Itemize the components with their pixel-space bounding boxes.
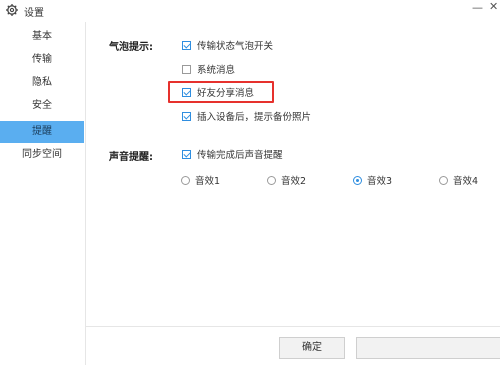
- sound-section-label: 声音提醒:: [109, 152, 153, 163]
- checkbox-sound-after-transfer[interactable]: [182, 149, 191, 159]
- checkbox-transfer-bubble[interactable]: [182, 40, 191, 50]
- sidebar-item-security[interactable]: 安全: [0, 95, 84, 117]
- option-label: 传输完成后声音提醒: [197, 150, 283, 161]
- checkbox-backup-photos[interactable]: [182, 111, 191, 121]
- sidebar-item-basic[interactable]: 基本: [0, 26, 84, 48]
- cancel-button[interactable]: [356, 337, 500, 359]
- sidebar-item-reminder[interactable]: 提醒: [0, 121, 84, 143]
- radio-button[interactable]: [181, 175, 190, 185]
- bubble-section-label: 气泡提示:: [109, 42, 153, 53]
- radio-button[interactable]: [353, 175, 362, 185]
- confirm-button[interactable]: 确定: [279, 337, 345, 359]
- radio-button[interactable]: [439, 175, 448, 185]
- window-title: 设置: [24, 8, 44, 19]
- option-backup-photos[interactable]: 插入设备后，提示备份照片: [182, 109, 311, 123]
- radio-button[interactable]: [267, 175, 276, 185]
- radio-effect-2[interactable]: 音效2: [267, 173, 306, 187]
- footer-divider: [86, 326, 500, 327]
- option-label: 插入设备后，提示备份照片: [197, 112, 312, 123]
- radio-label: 音效3: [367, 176, 393, 187]
- radio-label: 音效1: [195, 176, 221, 187]
- option-label: 传输状态气泡开关: [197, 41, 274, 52]
- sidebar-item-transfer[interactable]: 传输: [0, 49, 84, 71]
- option-label: 系统消息: [197, 65, 236, 76]
- radio-label: 音效4: [453, 176, 479, 187]
- minimize-button[interactable]: —: [472, 1, 483, 15]
- sidebar: 基本 传输 隐私 安全 提醒 同步空间: [0, 22, 86, 365]
- radio-label: 音效2: [281, 176, 307, 187]
- option-system-message[interactable]: 系统消息: [182, 62, 235, 76]
- radio-effect-3[interactable]: 音效3: [353, 173, 392, 187]
- option-sound-after-transfer[interactable]: 传输完成后声音提醒: [182, 147, 283, 161]
- gear-icon: [6, 4, 18, 16]
- radio-effect-1[interactable]: 音效1: [181, 173, 220, 187]
- radio-effect-4[interactable]: 音效4: [439, 173, 478, 187]
- option-transfer-bubble[interactable]: 传输状态气泡开关: [182, 38, 273, 52]
- highlight-annotation: [168, 81, 274, 103]
- title-bar: 设置 — ✕: [0, 0, 500, 22]
- sidebar-item-privacy[interactable]: 隐私: [0, 72, 84, 94]
- close-button[interactable]: ✕: [489, 0, 500, 14]
- checkbox-system-message[interactable]: [182, 64, 191, 74]
- sidebar-item-sync-space[interactable]: 同步空间: [0, 144, 84, 166]
